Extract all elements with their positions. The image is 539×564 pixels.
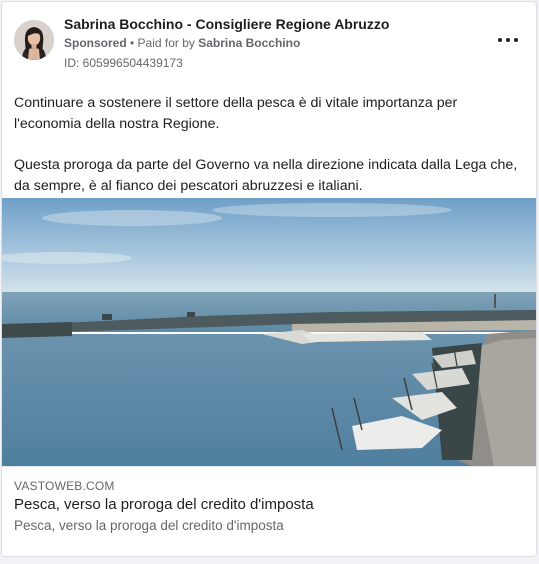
more-horizontal-icon (506, 38, 510, 42)
ad-card: Sabrina Bocchino - Consigliere Regione A… (1, 1, 537, 557)
harbor-photo (2, 198, 536, 466)
link-title[interactable]: Pesca, verso la proroga del credito d'im… (14, 496, 314, 513)
meta-separator: • (126, 36, 138, 50)
ad-header: Sabrina Bocchino - Consigliere Regione A… (2, 2, 536, 82)
more-horizontal-icon (498, 38, 502, 42)
sponsored-label: Sponsored (64, 36, 127, 50)
link-domain: VASTOWEB.COM (14, 479, 115, 493)
paid-for-name[interactable]: Sabrina Bocchino (198, 36, 300, 50)
avatar[interactable] (14, 20, 54, 60)
ad-id: ID: 605996504439173 (64, 56, 183, 70)
body-paragraph: Continuare a sostenere il settore della … (14, 95, 458, 132)
body-paragraph: Questa proroga da parte del Governo va n… (14, 157, 518, 194)
sponsor-line: Sponsored • Paid for by Sabrina Bocchino (64, 36, 300, 50)
link-description: Pesca, verso la proroga del credito d'im… (14, 518, 284, 533)
profile-photo-icon (14, 20, 54, 60)
paid-for-prefix: Paid for by (137, 36, 199, 50)
more-options-button[interactable] (496, 30, 520, 50)
ad-body-text: Continuare a sostenere il settore della … (14, 93, 526, 197)
advertiser-name[interactable]: Sabrina Bocchino - Consigliere Regione A… (64, 16, 389, 32)
more-horizontal-icon (514, 38, 518, 42)
link-preview[interactable]: VASTOWEB.COM Pesca, verso la proroga del… (2, 466, 536, 556)
link-image[interactable] (2, 198, 536, 466)
